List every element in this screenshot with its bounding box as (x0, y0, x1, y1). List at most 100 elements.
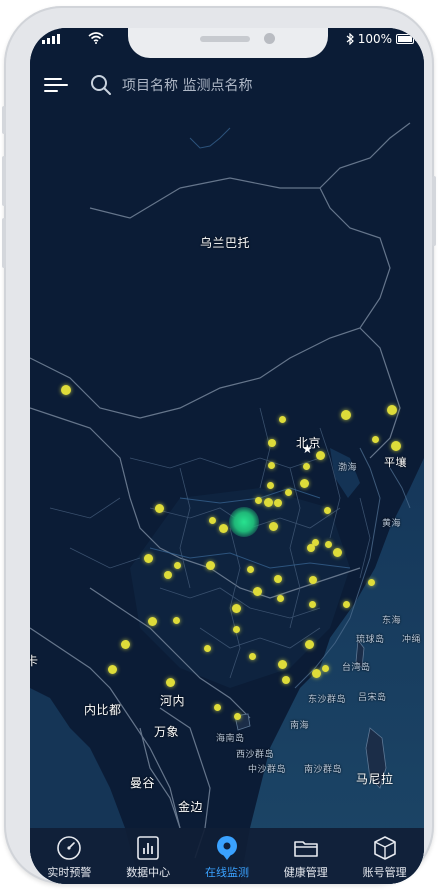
monitoring-point-marker[interactable] (341, 410, 351, 420)
monitoring-point-marker[interactable] (266, 481, 274, 489)
monitoring-point-marker[interactable] (274, 499, 282, 507)
tab-label: 账号管理 (362, 866, 407, 879)
monitoring-point-marker[interactable] (254, 496, 262, 504)
monitoring-point-marker[interactable] (276, 594, 284, 602)
monitoring-point-marker[interactable] (315, 450, 325, 460)
map-label-naypyidaw: 内比都 (84, 703, 122, 717)
map-label-luzon: 吕宋岛 (358, 693, 387, 703)
map-label-hanoi: 河内 (160, 694, 186, 708)
tab-data-center[interactable]: 数据中心 (109, 828, 188, 884)
monitoring-point-marker[interactable] (173, 561, 181, 569)
monitoring-point-marker[interactable] (231, 603, 241, 613)
monitoring-point-marker[interactable] (268, 439, 276, 447)
monitoring-point-marker[interactable] (311, 668, 321, 678)
monitoring-point-marker[interactable] (213, 703, 221, 711)
signal-icon (42, 34, 60, 44)
monitoring-point-marker[interactable] (143, 553, 153, 563)
map-label-hainan: 海南岛 (216, 734, 245, 744)
monitoring-point-marker[interactable] (218, 523, 228, 533)
folder-icon (293, 841, 318, 857)
map-canvas[interactable] (30, 28, 424, 884)
monitoring-point-marker[interactable] (321, 664, 329, 672)
monitoring-point-marker[interactable] (263, 497, 273, 507)
gauge-icon (57, 836, 82, 860)
monitoring-point-marker[interactable] (332, 547, 342, 557)
monitoring-point-marker[interactable] (274, 575, 282, 583)
tab-health-management[interactable]: 健康管理 (266, 828, 345, 884)
screen: 乌兰巴托 北京 ★ 渤海 平壤 黄海 东海 琉球岛 冲绳 台湾岛 东沙群岛 河内… (30, 28, 424, 884)
monitoring-point-marker[interactable] (278, 415, 286, 423)
monitoring-point-marker[interactable] (252, 586, 262, 596)
monitoring-point-marker[interactable] (304, 639, 314, 649)
phone-frame: 乌兰巴托 北京 ★ 渤海 平壤 黄海 东海 琉球岛 冲绳 台湾岛 东沙群岛 河内… (2, 6, 436, 884)
map-label-south-sea: 南海 (290, 721, 310, 731)
monitoring-point-marker[interactable] (120, 639, 130, 649)
battery-percent: 100% (357, 32, 392, 46)
search-input[interactable] (120, 72, 404, 100)
map-label-zhongsha: 中沙群岛 (248, 765, 287, 775)
map-label-bohai: 渤海 (338, 463, 358, 473)
side-button (2, 106, 6, 134)
monitoring-point-marker[interactable] (208, 516, 216, 524)
search-icon[interactable] (90, 74, 112, 96)
monitoring-point-marker[interactable] (107, 664, 117, 674)
tab-account-management[interactable]: 账号管理 (345, 828, 424, 884)
monitoring-point-marker[interactable] (233, 712, 241, 720)
map-label-dongsha: 东沙群岛 (308, 695, 347, 705)
monitoring-point-marker[interactable] (323, 506, 331, 514)
side-button (2, 156, 6, 206)
monitoring-point-marker[interactable] (248, 652, 256, 660)
status-bar: 100% (30, 28, 424, 52)
monitoring-point-marker[interactable] (284, 488, 292, 496)
map-label-east-sea: 东海 (382, 616, 402, 626)
monitoring-point-marker[interactable] (61, 385, 71, 395)
monitoring-point-marker[interactable] (268, 521, 278, 531)
monitoring-point-marker[interactable] (342, 600, 350, 608)
tab-label: 数据中心 (126, 866, 171, 879)
map-label-ryukyu: 琉球岛 (356, 635, 385, 645)
highlighted-monitoring-point[interactable] (229, 507, 259, 537)
monitoring-point-marker[interactable] (367, 578, 375, 586)
monitoring-point-marker[interactable] (299, 478, 309, 488)
monitoring-point-marker[interactable] (203, 644, 211, 652)
monitoring-point-marker[interactable] (267, 461, 275, 469)
monitoring-point-marker[interactable] (324, 540, 332, 548)
bluetooth-icon (346, 33, 354, 45)
side-button (2, 218, 6, 268)
cube-icon (373, 836, 396, 860)
monitoring-point-marker[interactable] (391, 441, 401, 451)
monitoring-point-marker[interactable] (371, 435, 379, 443)
monitoring-point-marker[interactable] (387, 405, 397, 415)
map-label-manila: 马尼拉 (356, 772, 394, 786)
tab-online-monitoring[interactable]: 在线监测 (188, 828, 267, 884)
monitoring-point-marker[interactable] (282, 676, 290, 684)
capital-star-icon: ★ (302, 442, 313, 456)
monitoring-point-marker[interactable] (165, 677, 175, 687)
monitoring-point-marker[interactable] (232, 625, 240, 633)
monitoring-point-marker[interactable] (164, 571, 172, 579)
map-label-nansha: 南沙群岛 (304, 765, 343, 775)
monitoring-point-marker[interactable] (205, 560, 215, 570)
monitoring-point-marker[interactable] (302, 462, 310, 470)
tab-realtime-warning[interactable]: 实时预警 (30, 828, 109, 884)
monitoring-point-marker[interactable] (172, 616, 180, 624)
menu-icon[interactable] (44, 76, 68, 96)
monitoring-point-marker[interactable] (246, 565, 254, 573)
map-label-taiwan: 台湾岛 (342, 663, 371, 673)
map-label-vientiane: 万象 (154, 725, 180, 739)
battery-group: 100% (346, 32, 417, 46)
map-label-ulaanbaatar: 乌兰巴托 (200, 236, 251, 250)
map-label-yellow-sea: 黄海 (382, 519, 402, 529)
monitoring-point-marker[interactable] (277, 659, 287, 669)
bottom-tab-bar: 实时预警 数据中心 在线监测 健康管理 账号管理 (30, 828, 424, 884)
battery-icon (396, 34, 417, 44)
monitoring-point-marker[interactable] (154, 503, 164, 513)
monitoring-point-marker[interactable] (309, 576, 317, 584)
top-bar (30, 68, 424, 104)
monitoring-point-marker[interactable] (311, 538, 319, 546)
map-label-xisha: 西沙群岛 (236, 750, 275, 760)
map-label-phnom-penh: 金边 (178, 800, 204, 814)
monitoring-point-marker[interactable] (308, 600, 316, 608)
monitoring-point-marker[interactable] (147, 616, 157, 626)
wifi-icon (88, 32, 104, 44)
